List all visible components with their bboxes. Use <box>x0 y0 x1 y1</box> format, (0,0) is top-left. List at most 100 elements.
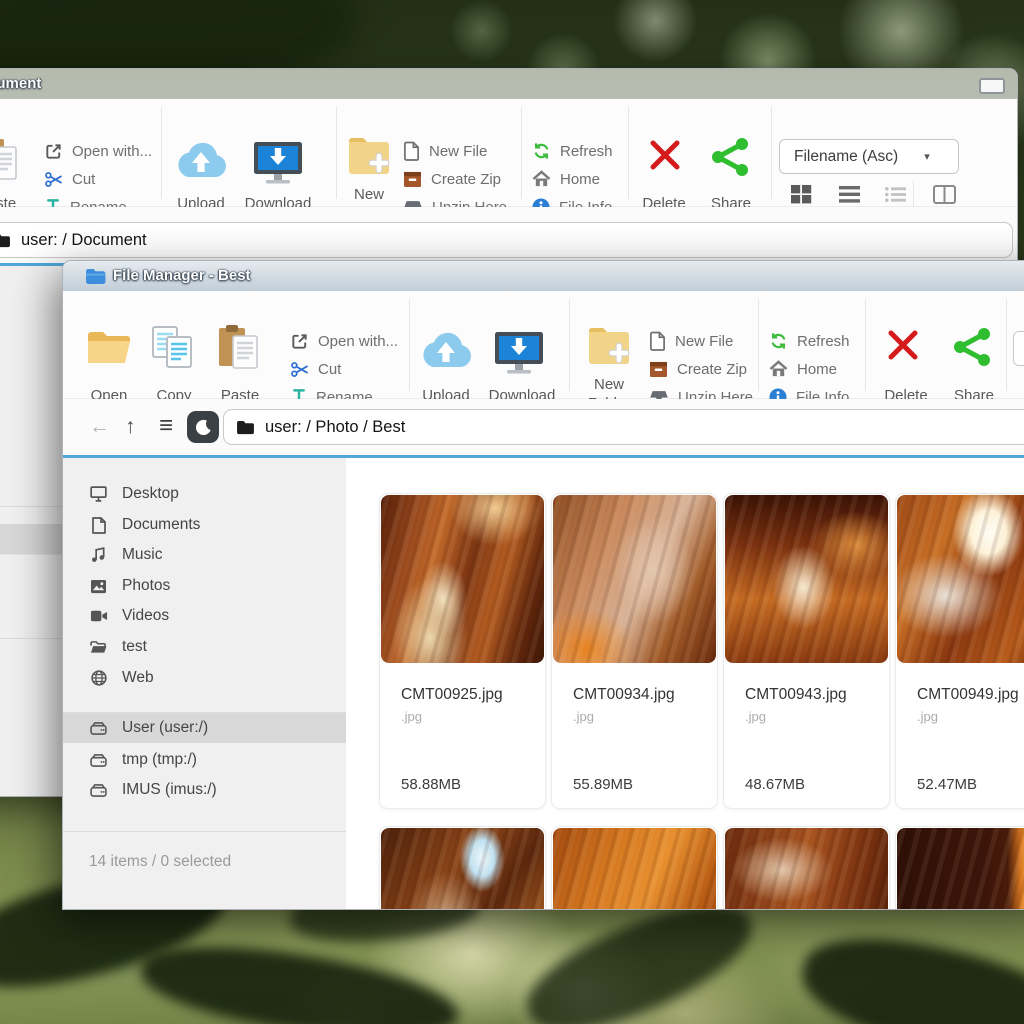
file-thumbnail[interactable] <box>725 495 888 663</box>
sort-dropdown-partial[interactable] <box>1013 331 1024 366</box>
download-icon[interactable] <box>489 331 549 377</box>
toolbar-divider <box>521 107 522 199</box>
breadcrumb-path: user: / Document <box>21 231 147 250</box>
folder-icon <box>0 233 11 248</box>
refresh-icon <box>532 142 551 160</box>
sidebar-item-web[interactable]: Web <box>63 663 346 693</box>
refresh-icon <box>769 332 788 350</box>
sidebar-item-desktop[interactable]: Desktop <box>63 479 346 509</box>
open-with-icon <box>44 142 63 161</box>
delete-icon[interactable] <box>648 139 682 171</box>
share-icon[interactable] <box>709 137 751 177</box>
file-size: 48.67MB <box>745 776 805 793</box>
file-name: CMT00949.jpg <box>917 686 1019 704</box>
sort-dropdown-value: Filename (Asc) <box>794 148 898 166</box>
open-folder-icon <box>89 640 108 654</box>
create-zip-button[interactable]: Create Zip <box>649 359 747 379</box>
file-thumbnail[interactable] <box>553 828 716 910</box>
toolbar-divider <box>865 299 866 391</box>
status-bar: 14 items / 0 selected <box>89 853 231 871</box>
file-thumbnail[interactable] <box>553 495 716 663</box>
toolbar: Paste Open with... Cut Rename Upload Dow… <box>0 99 1017 207</box>
paste-icon[interactable] <box>0 135 20 181</box>
chevron-down-icon: ▾ <box>924 150 930 163</box>
home-button[interactable]: Home <box>769 359 837 379</box>
file-card[interactable] <box>723 826 890 910</box>
window-folder-icon <box>85 268 106 285</box>
breadcrumb[interactable]: user: / Photo / Best <box>223 409 1024 445</box>
file-size: 52.47MB <box>917 776 977 793</box>
toolbar-divider <box>771 107 772 199</box>
file-card[interactable] <box>551 826 718 910</box>
image-icon <box>89 579 108 594</box>
grid-view-button[interactable] <box>791 185 812 204</box>
sidebar-item-videos[interactable]: Videos <box>63 601 346 631</box>
upload-icon[interactable] <box>419 329 473 371</box>
music-note-icon <box>89 547 108 563</box>
toolbar: Open Copy Paste Open with... Cut Rename … <box>63 291 1024 399</box>
up-arrow-button[interactable]: ↑ <box>125 416 136 437</box>
breadcrumb[interactable]: user: / Document <box>0 222 1013 258</box>
open-with-button[interactable]: Open with... <box>44 141 152 161</box>
new-file-button[interactable]: New File <box>649 331 733 351</box>
titlebar[interactable]: File Manager - Best <box>63 261 1024 292</box>
cut-icon <box>44 170 63 189</box>
file-thumbnail[interactable] <box>897 495 1024 663</box>
toolbar-divider <box>336 107 337 199</box>
window-title: File Manager - Document <box>0 75 41 92</box>
columns-view-button[interactable] <box>933 185 956 204</box>
new-folder-icon[interactable] <box>586 323 632 369</box>
restore-window-button[interactable] <box>979 78 1005 94</box>
menu-button[interactable]: ≡ <box>159 414 173 438</box>
file-thumbnail[interactable] <box>381 495 544 663</box>
sidebar-item-documents[interactable]: Documents <box>63 510 346 540</box>
back-arrow-button[interactable]: ← <box>89 416 110 437</box>
sidebar-drive-user[interactable]: User (user:/) <box>63 713 346 743</box>
home-icon <box>769 360 788 378</box>
dark-mode-toggle[interactable] <box>187 411 219 443</box>
titlebar[interactable]: File Manager - Document <box>0 69 1017 99</box>
download-icon[interactable] <box>248 141 308 187</box>
home-button[interactable]: Home <box>532 169 600 189</box>
file-extension: .jpg <box>573 709 594 724</box>
upload-icon[interactable] <box>174 139 228 181</box>
open-icon[interactable] <box>86 327 132 367</box>
file-thumbnail[interactable] <box>897 828 1024 910</box>
refresh-button[interactable]: Refresh <box>769 331 850 351</box>
cut-button[interactable]: Cut <box>44 169 95 189</box>
new-file-button[interactable]: New File <box>403 141 487 161</box>
list-view-button[interactable] <box>839 186 860 203</box>
sidebar-item-test[interactable]: test <box>63 632 346 662</box>
sidebar: Desktop Documents Music Photos Videos te… <box>63 458 346 909</box>
toolbar-divider <box>569 299 570 391</box>
create-zip-icon <box>649 361 668 378</box>
refresh-button[interactable]: Refresh <box>532 141 613 161</box>
sidebar-drive-tmp[interactable]: tmp (tmp:/) <box>63 745 346 775</box>
navigation-bar: ← ↑ ≡ user: / Photo / Best <box>63 399 1024 458</box>
file-card[interactable]: CMT00934.jpg .jpg 55.89MB <box>551 493 718 809</box>
delete-icon[interactable] <box>886 329 920 361</box>
sidebar-drive-imus[interactable]: IMUS (imus:/) <box>63 775 346 805</box>
moon-icon <box>195 419 212 436</box>
share-icon[interactable] <box>951 327 993 367</box>
file-card[interactable]: CMT00925.jpg .jpg 58.88MB <box>379 493 546 809</box>
file-card[interactable]: CMT00943.jpg .jpg 48.67MB <box>723 493 890 809</box>
sidebar-item-music[interactable]: Music <box>63 540 346 570</box>
desktop-icon <box>89 486 108 502</box>
sidebar-item-photos[interactable]: Photos <box>63 571 346 601</box>
file-thumbnail[interactable] <box>381 828 544 910</box>
drive-icon <box>89 722 108 735</box>
file-card[interactable]: CMT00949.jpg .jpg 52.47MB <box>895 493 1024 809</box>
create-zip-button[interactable]: Create Zip <box>403 169 501 189</box>
new-folder-icon[interactable] <box>346 133 392 179</box>
sort-dropdown[interactable]: Filename (Asc) ▾ <box>779 139 959 174</box>
cut-button[interactable]: Cut <box>290 359 341 379</box>
file-thumbnail[interactable] <box>725 828 888 910</box>
globe-icon <box>89 670 108 686</box>
paste-icon[interactable] <box>215 324 261 370</box>
file-card[interactable] <box>379 826 546 910</box>
open-with-button[interactable]: Open with... <box>290 331 398 351</box>
copy-icon[interactable] <box>149 325 195 369</box>
file-card[interactable] <box>895 826 1024 910</box>
detail-list-view-button[interactable] <box>885 187 906 202</box>
